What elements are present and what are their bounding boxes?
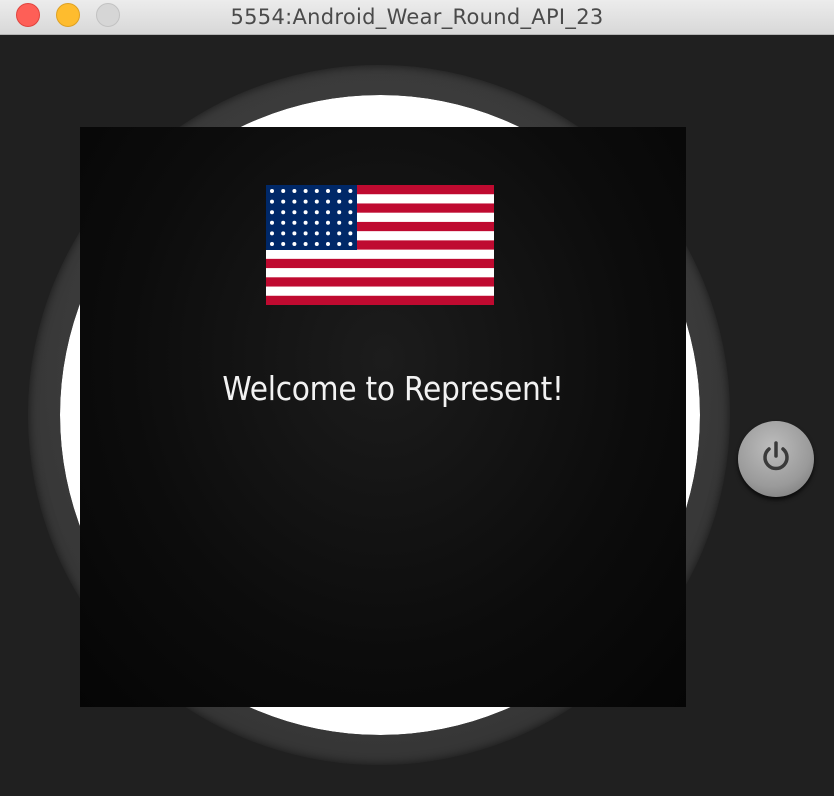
flag-star [292, 231, 297, 236]
flag-star [326, 199, 330, 204]
emulator-content: Welcome to Represent! [0, 35, 834, 796]
flag-star [314, 242, 319, 246]
flag-star [281, 210, 286, 215]
flag-star [281, 231, 286, 236]
flag-star [337, 189, 342, 193]
flag-star [326, 189, 330, 193]
flag-star [337, 199, 342, 204]
flag-star [314, 210, 319, 215]
flag-stripe [266, 277, 494, 287]
flag-star [314, 231, 319, 236]
power-icon [763, 441, 789, 471]
flag-star [292, 189, 297, 193]
power-button[interactable] [738, 421, 814, 497]
flag-star [281, 199, 286, 204]
us-flag-icon [266, 185, 494, 305]
flag-star [348, 220, 353, 225]
emulator-window: 5554:Android_Wear_Round_API_23 Welcome t… [0, 0, 834, 796]
flag-star [337, 220, 342, 225]
flag-star [303, 242, 308, 246]
flag-star [292, 210, 297, 215]
flag-star [270, 231, 274, 236]
flag-star [270, 199, 274, 204]
flag-star [314, 220, 319, 225]
flag-stripe [266, 295, 494, 305]
flag-star [348, 242, 353, 246]
flag-star [303, 231, 308, 236]
flag-star [281, 189, 286, 193]
flag-star [303, 210, 308, 215]
flag-stripe [266, 258, 494, 269]
flag-star [314, 199, 319, 204]
flag-star [292, 242, 297, 246]
welcome-message: Welcome to Represent! [222, 369, 564, 408]
flag-star [270, 242, 274, 246]
flag-star [348, 231, 353, 236]
flag-star [292, 220, 297, 225]
flag-star [303, 220, 308, 225]
flag-star [337, 210, 342, 215]
flag-star [348, 189, 353, 193]
flag-star [326, 242, 330, 246]
flag-star [270, 220, 274, 225]
flag-star [326, 231, 330, 236]
flag-star [270, 210, 274, 215]
flag-star [292, 199, 297, 204]
flag-star [326, 220, 330, 225]
flag-star [314, 189, 319, 193]
flag-star [281, 220, 286, 225]
window-title: 5554:Android_Wear_Round_API_23 [230, 5, 604, 29]
flag-star [303, 199, 308, 204]
title-bar[interactable]: 5554:Android_Wear_Round_API_23 [0, 0, 834, 35]
flag-star [337, 231, 342, 236]
flag-star [281, 242, 286, 246]
flag-star [337, 242, 342, 246]
flag-star [348, 210, 353, 215]
flag-star [348, 199, 353, 204]
flag-star [270, 189, 274, 193]
flag-star [326, 210, 330, 215]
flag-star [303, 189, 308, 193]
